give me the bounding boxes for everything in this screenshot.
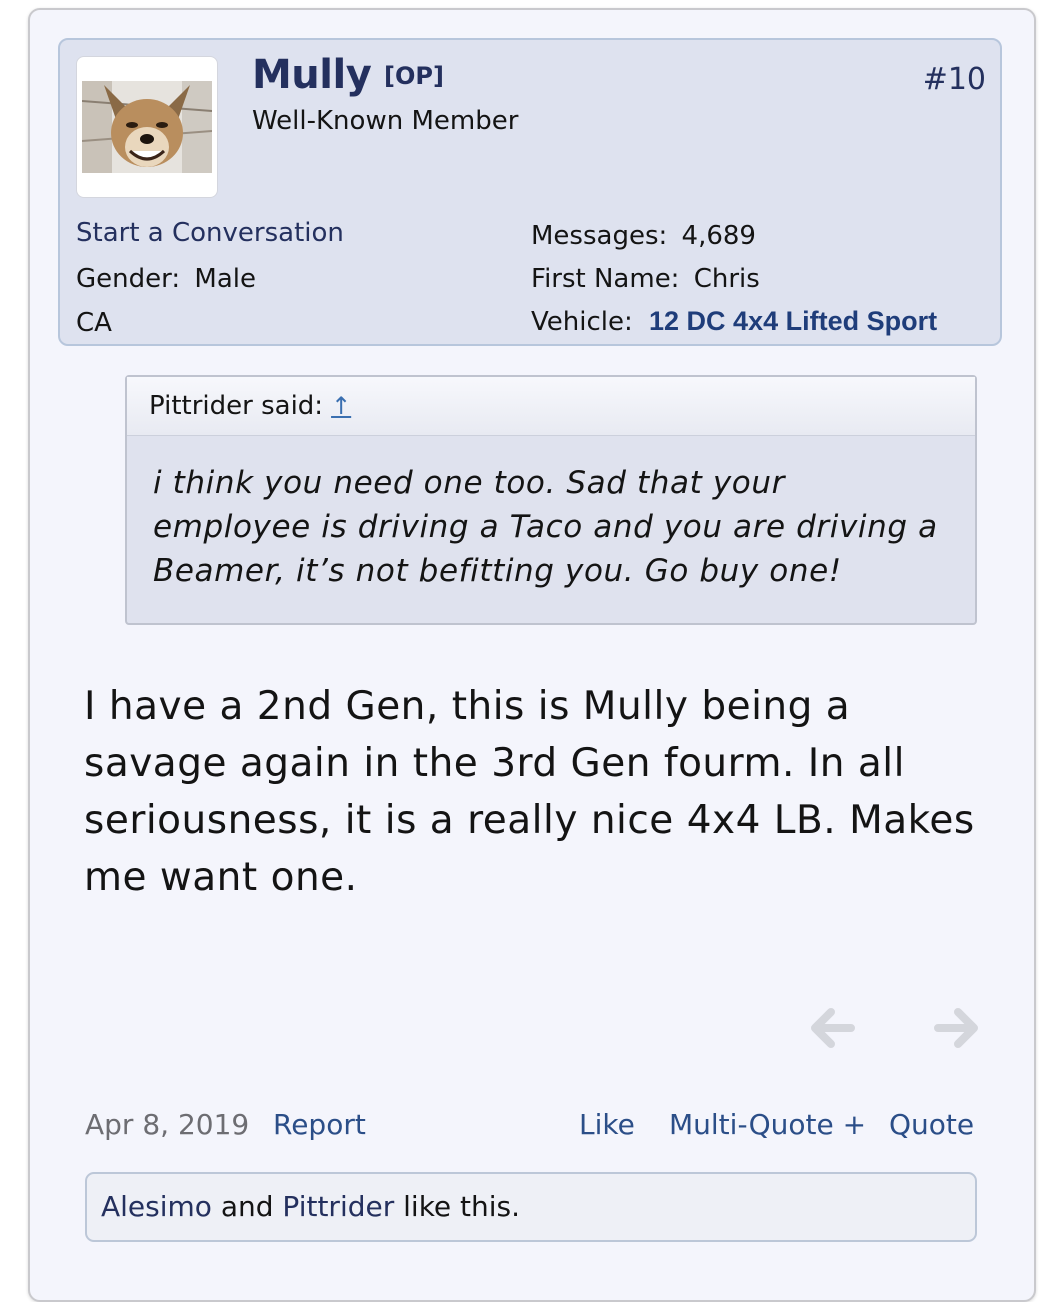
message-body: I have a 2nd Gen, this is Mully being a … <box>84 684 975 900</box>
first-name-label: First Name: <box>531 264 680 294</box>
report-link[interactable]: Report <box>273 1108 366 1141</box>
arrow-right-icon[interactable] <box>932 1002 984 1054</box>
quote-author: Pittrider said: ↑ <box>149 391 351 421</box>
messages-row: Messages: 4,689 <box>531 221 756 251</box>
messages-value: 4,689 <box>681 221 756 251</box>
gender-row: Gender: Male <box>76 264 256 294</box>
likes-summary: Alesimo and Pittrider like this. <box>85 1172 977 1242</box>
op-badge: [OP] <box>384 62 444 90</box>
user-title: Well-Known Member <box>252 106 519 136</box>
vehicle-value: 12 DC 4x4 Lifted Sport <box>649 306 938 336</box>
messages-label: Messages: <box>531 221 668 251</box>
liker-link[interactable]: Pittrider <box>282 1190 394 1223</box>
arrow-left-icon[interactable] <box>805 1002 857 1054</box>
start-conversation-link[interactable]: Start a Conversation <box>76 218 344 248</box>
liker-link[interactable]: Alesimo <box>101 1190 212 1223</box>
gender-value: Male <box>194 264 256 294</box>
multi-quote-link[interactable]: Multi-Quote + <box>669 1108 866 1141</box>
likes-and: and <box>211 1190 283 1223</box>
likes-suffix: like this. <box>394 1190 521 1223</box>
quote-link[interactable]: Quote <box>889 1108 974 1141</box>
post-date[interactable]: Apr 8, 2019 <box>85 1108 249 1141</box>
gender-label: Gender: <box>76 264 181 294</box>
location-value: CA <box>76 308 112 338</box>
likes-text: Alesimo and Pittrider like this. <box>101 1190 520 1223</box>
quote-author-label: Pittrider said: <box>149 391 324 421</box>
avatar[interactable] <box>76 56 218 198</box>
post-number-link[interactable]: #10 <box>923 62 986 97</box>
like-link[interactable]: Like <box>579 1108 635 1141</box>
username[interactable]: Mully <box>252 52 372 98</box>
quote-block: Pittrider said: ↑ i think you need one to… <box>125 375 977 625</box>
quote-header: Pittrider said: ↑ <box>127 377 975 436</box>
first-name-row: First Name: Chris <box>531 264 760 294</box>
quote-text: i think you need one too. Sad that your … <box>153 465 938 589</box>
quote-jump-up-icon[interactable]: ↑ <box>331 392 351 420</box>
vehicle-row: Vehicle: 12 DC 4x4 Lifted Sport <box>531 306 937 337</box>
avatar-dog-image <box>82 81 212 173</box>
vehicle-label: Vehicle: <box>531 307 633 337</box>
first-name-value: Chris <box>693 264 760 294</box>
